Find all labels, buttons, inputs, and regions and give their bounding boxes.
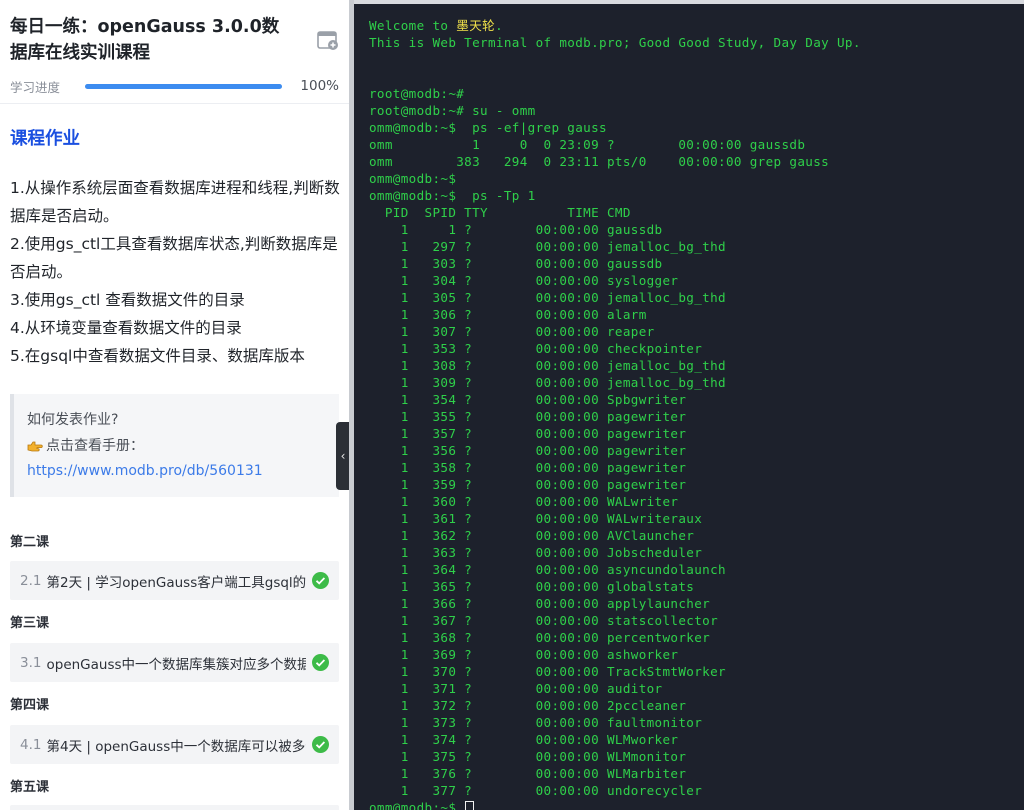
terminal-line: 1 372 ? 00:00:00 2pccleaner <box>369 698 687 713</box>
terminal-line: 1 362 ? 00:00:00 AVClauncher <box>369 528 695 543</box>
terminal-line: 1 374 ? 00:00:00 WLMworker <box>369 732 679 747</box>
terminal-line: omm 1 0 0 23:09 ? 00:00:00 gaussdb <box>369 137 806 152</box>
lesson-item[interactable]: 3.1 openGauss中一个数据库集簇对应多个数据库 <box>10 643 339 682</box>
lesson-heading: 第二课 <box>10 535 50 550</box>
terminal-line: omm 383 294 0 23:11 pts/0 00:00:00 grep … <box>369 154 830 169</box>
progress-label: 学习进度 <box>10 79 61 95</box>
terminal-line: 1 355 ? 00:00:00 pagewriter <box>369 409 687 424</box>
help-box: 如何发表作业? 点击查看手册： https://www.modb.pro/db/5… <box>10 394 339 497</box>
terminal-line: 1 375 ? 00:00:00 WLMmonitor <box>369 749 687 764</box>
lesson-item[interactable]: 4.1 第4天 | openGauss中一个数据库可以被多个用户访问 <box>10 725 339 764</box>
terminal-line: 1 368 ? 00:00:00 percentworker <box>369 630 711 645</box>
web-terminal[interactable]: Welcome to 墨天轮. This is Web Terminal of … <box>354 4 1024 810</box>
lesson-title: 第4天 | openGauss中一个数据库可以被多个用户访问 <box>46 738 306 755</box>
terminal-prompt-line[interactable]: omm@modb:~$ <box>369 799 1024 810</box>
lesson-title: 第2天 | 学习openGauss客户端工具gsql的使用 <box>46 574 306 591</box>
completed-check-icon <box>312 654 329 671</box>
chevron-left-icon: ‹ <box>340 449 346 463</box>
help-prefix: 点击查看手册： <box>46 438 144 454</box>
terminal-line: 1 364 ? 00:00:00 asyncundolaunch <box>369 562 726 577</box>
terminal-line: 1 376 ? 00:00:00 WLMarbiter <box>369 766 687 781</box>
terminal-output: This is Web Terminal of modb.pro; Good G… <box>369 34 1024 799</box>
lesson-item[interactable]: 2.1 第2天 | 学习openGauss客户端工具gsql的使用 <box>10 561 339 600</box>
terminal-line: 1 308 ? 00:00:00 jemalloc_bg_thd <box>369 358 726 373</box>
homework-task: 2.使用gs_ctl工具查看数据库状态,判断数据库是否启动。 <box>10 235 338 281</box>
terminal-line: 1 356 ? 00:00:00 pagewriter <box>369 443 687 458</box>
terminal-line: omm@modb:~$ ps -Tp 1 <box>369 188 536 203</box>
homework-task: 5.在gsql中查看数据文件目录、数据库版本 <box>10 347 305 365</box>
terminal-line: root@modb:~# <box>369 86 465 101</box>
homework-task: 4.从环境变量查看数据文件的目录 <box>10 319 242 337</box>
terminal-line: 1 297 ? 00:00:00 jemalloc_bg_thd <box>369 239 726 254</box>
terminal-line: omm@modb:~$ ps -ef|grep gauss <box>369 120 607 135</box>
help-line: 点击查看手册： https://www.modb.pro/db/560131 <box>27 434 327 484</box>
lesson-heading: 第三课 <box>10 616 50 631</box>
lesson-number: 2.1 <box>20 572 42 589</box>
terminal-line: 1 373 ? 00:00:00 faultmonitor <box>369 715 703 730</box>
lesson-heading: 第五课 <box>10 780 50 795</box>
terminal-line: 1 366 ? 00:00:00 applylauncher <box>369 596 711 611</box>
terminal-line: 1 369 ? 00:00:00 ashworker <box>369 647 679 662</box>
help-manual-link[interactable]: https://www.modb.pro/db/560131 <box>27 463 263 479</box>
help-question: 如何发表作业? <box>27 412 119 428</box>
terminal-line: PID SPID TTY TIME CMD <box>369 205 631 220</box>
lesson-heading: 第四课 <box>10 698 50 713</box>
terminal-line: This is Web Terminal of modb.pro; Good G… <box>369 35 861 50</box>
terminal-line: 1 353 ? 00:00:00 checkpointer <box>369 341 703 356</box>
terminal-line: 1 359 ? 00:00:00 pagewriter <box>369 477 687 492</box>
add-to-desktop-icon[interactable] <box>317 31 339 51</box>
welcome-site-name: 墨天轮 <box>456 18 496 33</box>
homework-task: 3.使用gs_ctl 查看数据文件的目录 <box>10 291 245 309</box>
course-header: 每日一练：openGauss 3.0.0数据库在线实训课程 学习进度 100% <box>0 0 349 104</box>
welcome-suffix: . <box>495 18 504 33</box>
progress-bar <box>85 83 283 89</box>
terminal-line: 1 370 ? 00:00:00 TrackStmtWorker <box>369 664 726 679</box>
terminal-line: 1 303 ? 00:00:00 gaussdb <box>369 256 663 271</box>
terminal-line: 1 357 ? 00:00:00 pagewriter <box>369 426 687 441</box>
lesson-item[interactable] <box>10 805 339 810</box>
terminal-line: 1 304 ? 00:00:00 syslogger <box>369 273 679 288</box>
course-title: 每日一练：openGauss 3.0.0数据库在线实训课程 <box>10 17 280 63</box>
terminal-prompt: omm@modb:~$ <box>369 800 465 810</box>
terminal-line: 1 371 ? 00:00:00 auditor <box>369 681 663 696</box>
completed-check-icon <box>312 572 329 589</box>
pointing-hand-icon <box>27 441 43 452</box>
terminal-line: 1 367 ? 00:00:00 statscollector <box>369 613 719 628</box>
progress-fill <box>85 83 283 89</box>
homework-task: 1.从操作系统层面查看数据库进程和线程,判断数据库是否启动。 <box>10 179 340 225</box>
terminal-line: 1 306 ? 00:00:00 alarm <box>369 307 647 322</box>
terminal-line: 1 363 ? 00:00:00 Jobscheduler <box>369 545 703 560</box>
terminal-line: 1 307 ? 00:00:00 reaper <box>369 324 655 339</box>
terminal-line: 1 358 ? 00:00:00 pagewriter <box>369 460 687 475</box>
terminal-cursor <box>465 801 475 810</box>
terminal-line: 1 360 ? 00:00:00 WALwriter <box>369 494 679 509</box>
terminal-line: 1 354 ? 00:00:00 Spbgwriter <box>369 392 687 407</box>
lesson-title: openGauss中一个数据库集簇对应多个数据库 <box>46 656 306 673</box>
terminal-line: 1 365 ? 00:00:00 globalstats <box>369 579 695 594</box>
terminal-line: 1 361 ? 00:00:00 WALwriteraux <box>369 511 703 526</box>
progress-value: 100% <box>300 78 339 94</box>
completed-check-icon <box>312 736 329 753</box>
terminal-line: root@modb:~# su - omm <box>369 103 536 118</box>
homework-task-list: 1.从操作系统层面查看数据库进程和线程,判断数据库是否启动。 2.使用gs_ct… <box>10 174 342 370</box>
progress-row: 学习进度 100% <box>10 77 339 95</box>
welcome-prefix: Welcome to <box>369 18 457 33</box>
collapse-sidebar-button[interactable]: ‹ <box>336 422 350 490</box>
terminal-line: 1 1 ? 00:00:00 gaussdb <box>369 222 663 237</box>
terminal-line: 1 377 ? 00:00:00 undorecycler <box>369 783 703 798</box>
lesson-number: 3.1 <box>20 654 42 671</box>
terminal-line: omm@modb:~$ <box>369 171 457 186</box>
terminal-line: 1 305 ? 00:00:00 jemalloc_bg_thd <box>369 290 726 305</box>
terminal-line: 1 309 ? 00:00:00 jemalloc_bg_thd <box>369 375 726 390</box>
homework-title: 课程作业 <box>10 129 80 149</box>
course-sidebar: 每日一练：openGauss 3.0.0数据库在线实训课程 学习进度 100% … <box>0 0 349 810</box>
terminal-welcome-line: Welcome to 墨天轮. <box>369 17 1024 34</box>
lesson-number: 4.1 <box>20 736 42 753</box>
